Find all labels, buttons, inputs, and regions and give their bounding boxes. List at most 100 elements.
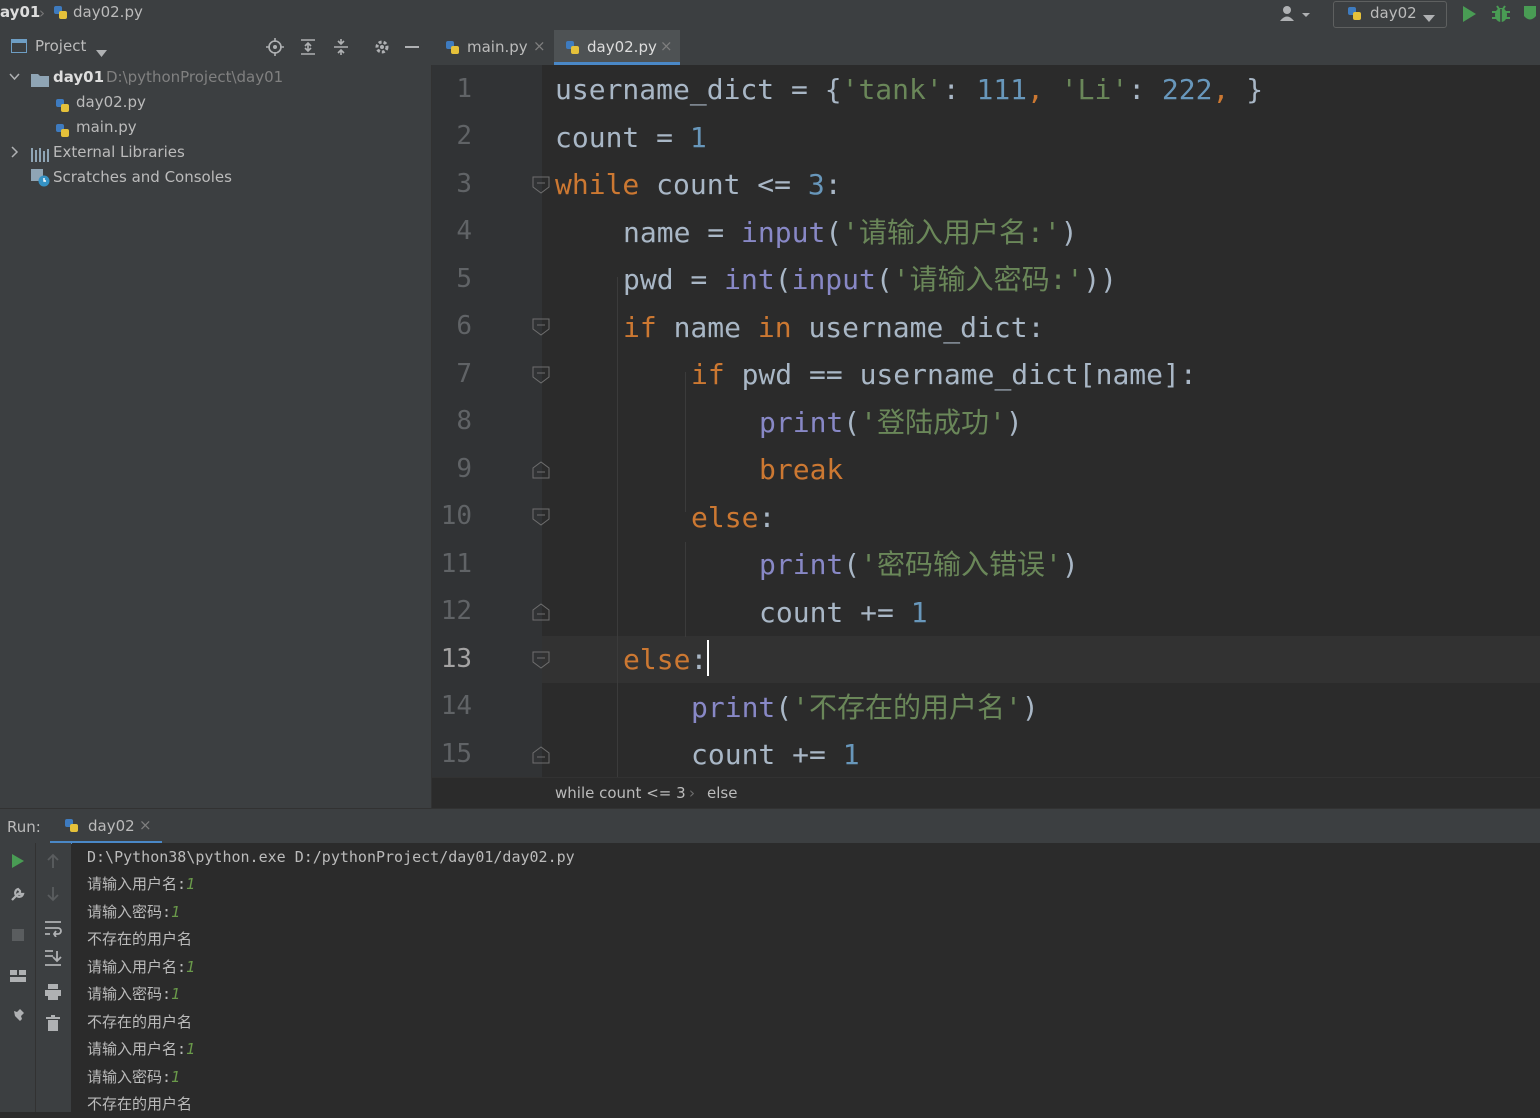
code-line-6: if name in username_dict: [623, 311, 1045, 344]
python-run-icon [64, 818, 80, 834]
close-tab-icon[interactable]: × [660, 37, 673, 55]
fold-close-icon[interactable] [532, 746, 550, 764]
python-file-icon [55, 97, 71, 113]
code-line-15: count += 1 [691, 738, 860, 771]
rerun-icon[interactable] [9, 852, 27, 870]
console-line: D:\Python38\python.exe D:/pythonProject/… [87, 848, 575, 866]
breadcrumb-project[interactable]: ay01 [0, 3, 40, 21]
code-line-4: name = input('请输入用户名:') [623, 216, 1078, 249]
code-editor[interactable]: 1 2 3 4 5 6 7 8 9 10 11 12 13 14 15 user… [432, 65, 1540, 777]
debug-icon[interactable] [1491, 4, 1511, 28]
breadcrumb-item[interactable]: else [707, 784, 737, 802]
project-view-chevron-icon[interactable] [96, 43, 107, 61]
line-number: 1 [456, 74, 472, 104]
python-file-icon [565, 40, 581, 56]
console-line: 不存在的用户名 [87, 1013, 193, 1031]
code-line-9: break [759, 453, 844, 486]
locate-target-icon[interactable] [266, 38, 284, 60]
tree-label: External Libraries [53, 143, 185, 161]
fold-open-icon[interactable] [532, 366, 550, 384]
tab-main-py[interactable]: main.py × [436, 30, 550, 65]
breadcrumb-item[interactable]: while count <= 3 [555, 784, 686, 802]
close-tab-icon[interactable]: × [139, 816, 152, 834]
console-line: 请输入用户名:1 [87, 875, 196, 893]
tab-label: day02.py [587, 38, 657, 56]
python-config-icon [1347, 6, 1363, 22]
code-line-13: else: [623, 636, 710, 683]
user-account-icon[interactable] [1278, 4, 1312, 28]
fold-close-icon[interactable] [532, 603, 550, 621]
tab-day02-py[interactable]: day02.py × [554, 30, 680, 65]
python-file-icon [53, 5, 69, 21]
breadcrumb-separator-icon: › [39, 4, 45, 22]
text-caret [707, 640, 710, 676]
line-number: 5 [456, 264, 472, 294]
code-line-5: pwd = int(input('请输入密码:')) [623, 263, 1118, 296]
line-number: 11 [440, 549, 472, 579]
indent-guide [685, 372, 686, 512]
tree-item-day02-py[interactable]: day02.py [0, 90, 431, 115]
pin-icon[interactable] [9, 1009, 27, 1027]
up-arrow-icon[interactable] [44, 852, 62, 870]
scratches-icon [31, 169, 51, 195]
line-number: 3 [456, 169, 472, 199]
run-tab-day02[interactable]: day02 × [50, 809, 162, 844]
code-line-8: print('登陆成功') [759, 406, 1023, 439]
indent-guide [685, 542, 686, 637]
fold-open-icon[interactable] [532, 318, 550, 336]
layout-icon[interactable] [9, 967, 27, 985]
python-file-icon [445, 40, 461, 56]
settings-gear-icon[interactable] [373, 38, 391, 60]
project-panel: day01 D:\pythonProject\day01 day02.py ma… [0, 65, 432, 808]
print-icon[interactable] [44, 983, 62, 1001]
tree-item-main-py[interactable]: main.py [0, 115, 431, 140]
fold-open-icon[interactable] [532, 651, 550, 669]
tree-label: Scratches and Consoles [53, 168, 232, 186]
run-tool-header: Run: day02 × [0, 808, 1540, 844]
tree-item-day01[interactable]: day01 D:\pythonProject\day01 [0, 65, 431, 90]
toolbar-divider [35, 843, 36, 1112]
breadcrumb-file[interactable]: day02.py [73, 3, 143, 21]
line-number-current: 13 [440, 644, 472, 674]
soft-wrap-icon[interactable] [44, 919, 62, 937]
console-line: 请输入用户名:1 [87, 1040, 196, 1058]
coverage-icon[interactable] [1522, 5, 1540, 27]
fold-close-icon[interactable] [532, 461, 550, 479]
code-line-1: username_dict = {'tank': 111, 'Li': 222,… [555, 73, 1264, 106]
console-line: 不存在的用户名 [87, 1095, 193, 1113]
line-number: 8 [456, 406, 472, 436]
code-line-10: else: [691, 501, 776, 534]
run-icon[interactable] [1461, 5, 1477, 27]
editor-breadcrumb-bar: while count <= 3 › else [432, 777, 1540, 809]
code-line-3: while count <= 3: [555, 168, 842, 201]
tree-item-scratches[interactable]: Scratches and Consoles [0, 165, 431, 190]
expand-all-icon[interactable] [299, 38, 317, 60]
wrench-icon[interactable] [9, 885, 27, 903]
project-view-icon [11, 39, 27, 57]
fold-open-icon[interactable] [532, 176, 550, 194]
line-number: 12 [440, 596, 472, 626]
console-line: 请输入密码:1 [87, 985, 181, 1003]
trash-icon[interactable] [44, 1014, 62, 1032]
fold-open-icon[interactable] [532, 508, 550, 526]
run-console-output[interactable]: D:\Python38\python.exe D:/pythonProject/… [72, 843, 1540, 1113]
breadcrumb-separator-icon: › [689, 784, 695, 802]
tree-label: day02.py [76, 93, 146, 111]
tree-item-external-libraries[interactable]: External Libraries [0, 140, 431, 165]
indent-guide [617, 277, 618, 777]
minimize-icon[interactable] [405, 46, 419, 48]
stop-icon[interactable] [9, 926, 27, 944]
toolbar-row: Project main.py × day02.py × [0, 28, 1540, 66]
line-number: 15 [440, 739, 472, 769]
console-line: 请输入用户名:1 [87, 958, 196, 976]
console-line: 不存在的用户名 [87, 930, 193, 948]
line-number: 2 [456, 121, 472, 151]
close-tab-icon[interactable]: × [533, 37, 546, 55]
line-number: 14 [440, 691, 472, 721]
run-configuration-selector[interactable]: day02 [1333, 1, 1447, 28]
collapse-all-icon[interactable] [332, 38, 350, 60]
line-number: 10 [440, 501, 472, 531]
down-arrow-icon[interactable] [44, 885, 62, 903]
project-panel-title[interactable]: Project [35, 37, 86, 55]
scroll-to-end-icon[interactable] [44, 949, 62, 967]
